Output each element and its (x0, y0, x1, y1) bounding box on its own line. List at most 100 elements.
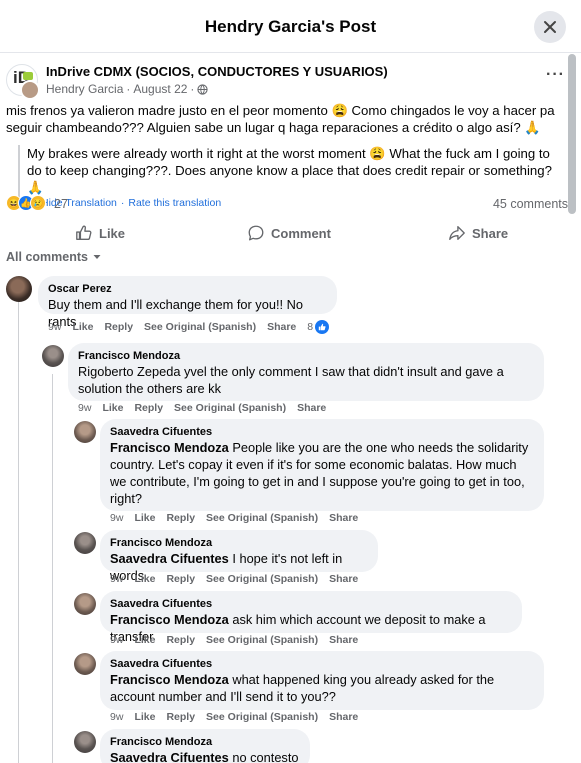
avatar[interactable] (42, 345, 64, 367)
group-name[interactable]: InDrive CDMX (SOCIOS, CONDUCTORES Y USUA… (46, 64, 388, 79)
comment-bubble: Francisco Mendoza Rigoberto Zepeda yvel … (68, 343, 544, 401)
comment-reply-link[interactable]: Reply (166, 573, 195, 585)
comment-time[interactable]: 9w (110, 512, 123, 524)
avatar[interactable] (6, 276, 32, 302)
comment-actions: 9w Like Reply See Original (Spanish) Sha… (48, 320, 330, 334)
comment-time[interactable]: 9w (110, 634, 123, 646)
reaction-count[interactable]: 27 (54, 197, 68, 211)
comment-bubble: Oscar Perez Buy them and I'll exchange t… (38, 276, 337, 329)
comment-reply-link[interactable]: Reply (166, 711, 195, 723)
comment-reply-link[interactable]: Reply (166, 634, 195, 646)
comment-author[interactable]: Saavedra Cifuentes (110, 657, 534, 671)
avatar[interactable] (74, 731, 96, 753)
post-date[interactable]: August 22 (133, 82, 187, 96)
comment-actions: 9w Like Reply See Original (Spanish) Sha… (110, 634, 358, 646)
see-original-link[interactable]: See Original (Spanish) (206, 711, 318, 723)
reaction-icons[interactable]: 😆 👍 😢 (6, 195, 46, 211)
comment-time[interactable]: 9w (78, 402, 91, 414)
comment-actions: 9w Like Reply See Original (Spanish) Sha… (110, 711, 358, 723)
post-action-bar: Like Comment Share (0, 218, 566, 248)
comment-share-link[interactable]: Share (297, 402, 326, 414)
share-button[interactable]: Share (448, 218, 508, 248)
avatar[interactable] (74, 421, 96, 443)
comment-actions: 9w Like Reply See Original (Spanish) Sha… (78, 402, 326, 414)
close-button[interactable] (534, 11, 566, 43)
like-icon (76, 225, 92, 240)
comment-share-link[interactable]: Share (329, 573, 358, 585)
translation-text: My brakes were already worth it right at… (27, 146, 552, 195)
comment-bubble: Francisco Mendoza Saavedra Cifuentes I h… (100, 530, 378, 583)
comment-share-link[interactable]: Share (329, 512, 358, 524)
comment-mention[interactable]: Saavedra Cifuentes (110, 551, 229, 566)
avatar[interactable] (74, 593, 96, 615)
comment-bubble: Saavedra Cifuentes Francisco Mendoza ask… (100, 591, 522, 644)
comment-like-link[interactable]: Like (134, 711, 155, 723)
comment-reply-link[interactable]: Reply (104, 321, 133, 333)
modal-title: Hendry Garcia's Post (204, 17, 377, 36)
comment-author[interactable]: Saavedra Cifuentes (110, 425, 534, 439)
comment-label: Comment (271, 225, 331, 241)
like-badge-icon (315, 320, 330, 334)
comment-bubble: Saavedra Cifuentes Francisco Mendoza Peo… (100, 419, 544, 511)
comment-reply-link[interactable]: Reply (134, 402, 163, 414)
comment-time[interactable]: 9w (110, 711, 123, 723)
comment-bubble: Saavedra Cifuentes Francisco Mendoza wha… (100, 651, 544, 710)
comment-time[interactable]: 9w (48, 321, 61, 333)
like-button[interactable]: Like (75, 218, 125, 248)
comment-body: no contesto (228, 750, 299, 763)
comment-bubble: Francisco Mendoza Saavedra Cifuentes no … (100, 729, 310, 763)
comment-author[interactable]: Francisco Mendoza (110, 735, 300, 749)
comment-mention[interactable]: Francisco Mendoza (110, 612, 229, 627)
reactions-row: 😆 👍 😢 27 45 comments (6, 195, 568, 213)
comment-mention[interactable]: Francisco Mendoza (110, 440, 229, 455)
avatar[interactable] (74, 532, 96, 554)
comment-like-link[interactable]: Like (134, 573, 155, 585)
close-icon (544, 21, 556, 33)
comment-icon (248, 225, 264, 241)
comment-text: Francisco Mendoza what happened king you… (110, 671, 534, 705)
comments-filter-dropdown[interactable]: All comments (6, 250, 102, 264)
comment-reply-link[interactable]: Reply (166, 512, 195, 524)
comment-mention[interactable]: Saavedra Cifuentes (110, 750, 229, 763)
comment-time[interactable]: 9w (110, 573, 123, 585)
see-original-link[interactable]: See Original (Spanish) (174, 402, 286, 414)
comment-share-link[interactable]: Share (267, 321, 296, 333)
comment-mention[interactable]: Francisco Mendoza (110, 672, 229, 687)
author-avatar[interactable] (20, 80, 40, 100)
comment-button[interactable]: Comment (247, 218, 331, 248)
comments-filter-label: All comments (6, 250, 88, 264)
comment-like-link[interactable]: Like (134, 512, 155, 524)
post-meta: Hendry Garcia · August 22 · (46, 82, 209, 96)
comment-text: Rigoberto Zepeda yvel the only comment I… (78, 364, 504, 396)
post-scroll-area[interactable]: iD InDrive CDMX (SOCIOS, CONDUCTORES Y U… (0, 54, 581, 763)
avatar[interactable] (74, 653, 96, 675)
like-count: 8 (307, 321, 314, 333)
more-icon[interactable]: ··· (546, 66, 565, 84)
see-original-link[interactable]: See Original (Spanish) (206, 634, 318, 646)
like-label: Like (99, 225, 126, 241)
comment-author[interactable]: Francisco Mendoza (110, 536, 368, 550)
comment-share-link[interactable]: Share (329, 711, 358, 723)
scrollbar[interactable] (568, 54, 576, 214)
globe-icon (197, 83, 209, 95)
post-text: mis frenos ya valieron madre justo en el… (6, 103, 555, 135)
like-count-badge[interactable]: 8 (307, 320, 330, 334)
sad-reaction-icon: 😢 (30, 195, 46, 211)
comment-like-link[interactable]: Like (102, 402, 123, 414)
see-original-link[interactable]: See Original (Spanish) (206, 573, 318, 585)
thread-line (18, 302, 19, 763)
comment-actions: 9w Like Reply See Original (Spanish) Sha… (110, 573, 358, 585)
comment-text: Saavedra Cifuentes no contesto (110, 749, 300, 763)
see-original-link[interactable]: See Original (Spanish) (206, 512, 318, 524)
comment-author[interactable]: Oscar Perez (48, 282, 327, 296)
comment-actions: 9w Like Reply See Original (Spanish) Sha… (110, 512, 358, 524)
comment-share-link[interactable]: Share (329, 634, 358, 646)
see-original-link[interactable]: See Original (Spanish) (144, 321, 256, 333)
post-author[interactable]: Hendry Garcia (46, 82, 123, 96)
comment-text: Francisco Mendoza People like you are th… (110, 439, 534, 507)
comment-count[interactable]: 45 comments (493, 197, 568, 211)
comment-like-link[interactable]: Like (134, 634, 155, 646)
comment-author[interactable]: Francisco Mendoza (78, 349, 534, 363)
comment-like-link[interactable]: Like (72, 321, 93, 333)
comment-author[interactable]: Saavedra Cifuentes (110, 597, 512, 611)
